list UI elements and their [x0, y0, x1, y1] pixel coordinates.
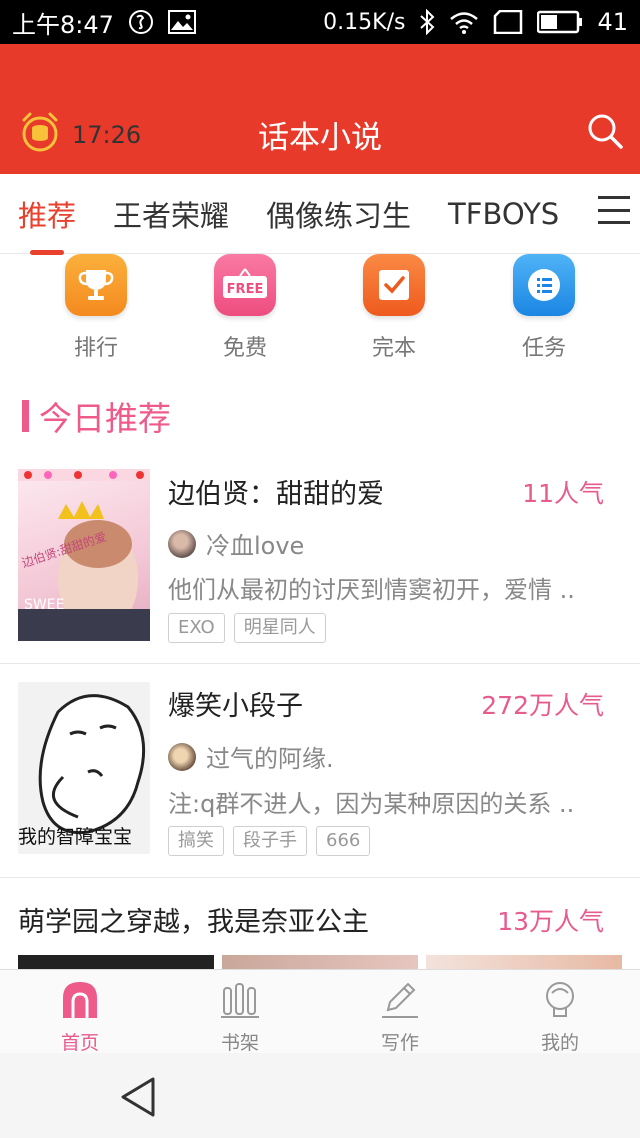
nav-home[interactable]: 首页	[0, 970, 160, 1054]
book-card[interactable]: 我的智障宝宝 爆笑小段子 272万人气 过气的阿缘. 注:q群不进人，因为某种原…	[0, 664, 640, 878]
system-nav-bar	[0, 1053, 640, 1138]
status-time: 上午8:47	[12, 10, 114, 39]
section-heading: 今日推荐	[22, 392, 171, 440]
menu-icon[interactable]	[598, 196, 630, 224]
book-cover[interactable]: 我的智障宝宝	[18, 682, 150, 854]
avatar	[168, 742, 196, 771]
bookshelf-icon	[220, 980, 260, 1024]
preview-image[interactable]	[222, 955, 418, 969]
book-author[interactable]: 冷血love	[168, 526, 304, 561]
nav-profile[interactable]: 我的	[480, 970, 640, 1054]
nav-write[interactable]: 写作	[320, 970, 480, 1054]
quick-entry-label: 排行	[73, 336, 118, 361]
book-title[interactable]: 萌学园之穿越，我是奈亚公主	[18, 900, 369, 939]
nav-label: 我的	[540, 1032, 579, 1054]
section-title: 今日推荐	[39, 399, 171, 438]
quick-entry-tasks[interactable]: 任务	[494, 254, 594, 362]
book-title[interactable]: 爆笑小段子	[168, 684, 303, 723]
book-tag[interactable]: 搞笑	[168, 826, 224, 856]
book-title[interactable]: 边伯贤：甜甜的爱	[168, 472, 384, 511]
cover-title-text: 我的智障宝宝	[18, 826, 133, 848]
home-icon	[60, 980, 100, 1024]
trophy-icon	[65, 254, 127, 316]
task-list-icon	[513, 254, 575, 316]
back-triangle-icon[interactable]	[118, 1075, 158, 1123]
nav-label: 写作	[380, 1032, 419, 1054]
author-name: 过气的阿缘.	[206, 745, 334, 773]
cover-sub-text: SWEE	[24, 597, 65, 613]
search-icon[interactable]	[586, 112, 624, 154]
book-author[interactable]: 过气的阿缘.	[168, 739, 334, 774]
book-cover[interactable]: 边伯贤:甜甜的爱 SWEE	[18, 469, 150, 641]
book-tag[interactable]: 666	[316, 826, 371, 856]
book-tag[interactable]: 段子手	[233, 826, 307, 856]
profile-icon	[540, 980, 580, 1024]
app-title: 话本小说	[258, 120, 382, 156]
check-note-icon	[363, 254, 425, 316]
notification-icon	[128, 9, 154, 35]
preview-image[interactable]	[426, 955, 622, 969]
section-marker	[22, 400, 29, 432]
quick-entry-label: 完本	[371, 336, 416, 361]
quick-entries: 排行 FREE 免费 完本 任务	[0, 254, 640, 374]
quick-entry-ranking[interactable]: 排行	[46, 254, 146, 362]
book-popularity: 272万人气	[481, 691, 604, 720]
status-bar: 上午8:47 0.15K/s 41	[0, 0, 640, 44]
book-description: 注:q群不进人，因为某种原因的关系 ..	[168, 790, 575, 818]
quick-entry-completed[interactable]: 完本	[344, 254, 444, 362]
book-description: 他们从最初的讨厌到情窦初开，爱情 ..	[168, 576, 575, 604]
wifi-icon	[449, 10, 479, 34]
sim-icon	[493, 10, 523, 34]
image-icon	[167, 10, 196, 34]
book-preview-images[interactable]	[18, 955, 622, 969]
nav-bookshelf[interactable]: 书架	[160, 970, 320, 1054]
network-speed: 0.15K/s	[323, 9, 406, 35]
book-popularity: 11人气	[522, 479, 604, 508]
author-name: 冷血love	[206, 532, 305, 560]
tab-honor-of-kings[interactable]: 王者荣耀	[113, 193, 229, 235]
quick-entry-label: 任务	[521, 336, 566, 361]
tab-tfboys[interactable]: TFBOYS	[448, 197, 559, 231]
book-tag[interactable]: EXO	[168, 613, 225, 643]
bottom-nav: 首页 书架 写作 我的	[0, 969, 640, 1054]
free-tag-text: FREE	[227, 282, 264, 297]
free-tag-icon: FREE	[214, 254, 276, 316]
nav-label: 首页	[60, 1032, 99, 1054]
quick-entry-label: 免费	[222, 336, 267, 361]
pen-icon	[380, 980, 420, 1024]
book-card[interactable]: 边伯贤:甜甜的爱 SWEE 边伯贤：甜甜的爱 11人气 冷血love 他们从最初…	[0, 450, 640, 664]
battery-icon	[537, 10, 583, 34]
tab-recommend[interactable]: 推荐	[18, 193, 76, 255]
bluetooth-icon	[419, 9, 435, 35]
quick-entry-free[interactable]: FREE 免费	[195, 254, 295, 362]
book-tags: EXO 明星同人	[168, 613, 326, 643]
avatar	[168, 529, 196, 558]
nav-label: 书架	[220, 1032, 259, 1054]
preview-image[interactable]	[18, 955, 214, 969]
category-tabs: 推荐 王者荣耀 偶像练习生 TFBOYS	[0, 174, 640, 255]
tab-idol-producer[interactable]: 偶像练习生	[266, 193, 411, 235]
book-tags: 搞笑 段子手 666	[168, 826, 371, 856]
battery-level: 41	[597, 8, 628, 36]
book-tag[interactable]: 明星同人	[233, 613, 326, 643]
book-popularity: 13万人气	[497, 907, 604, 936]
